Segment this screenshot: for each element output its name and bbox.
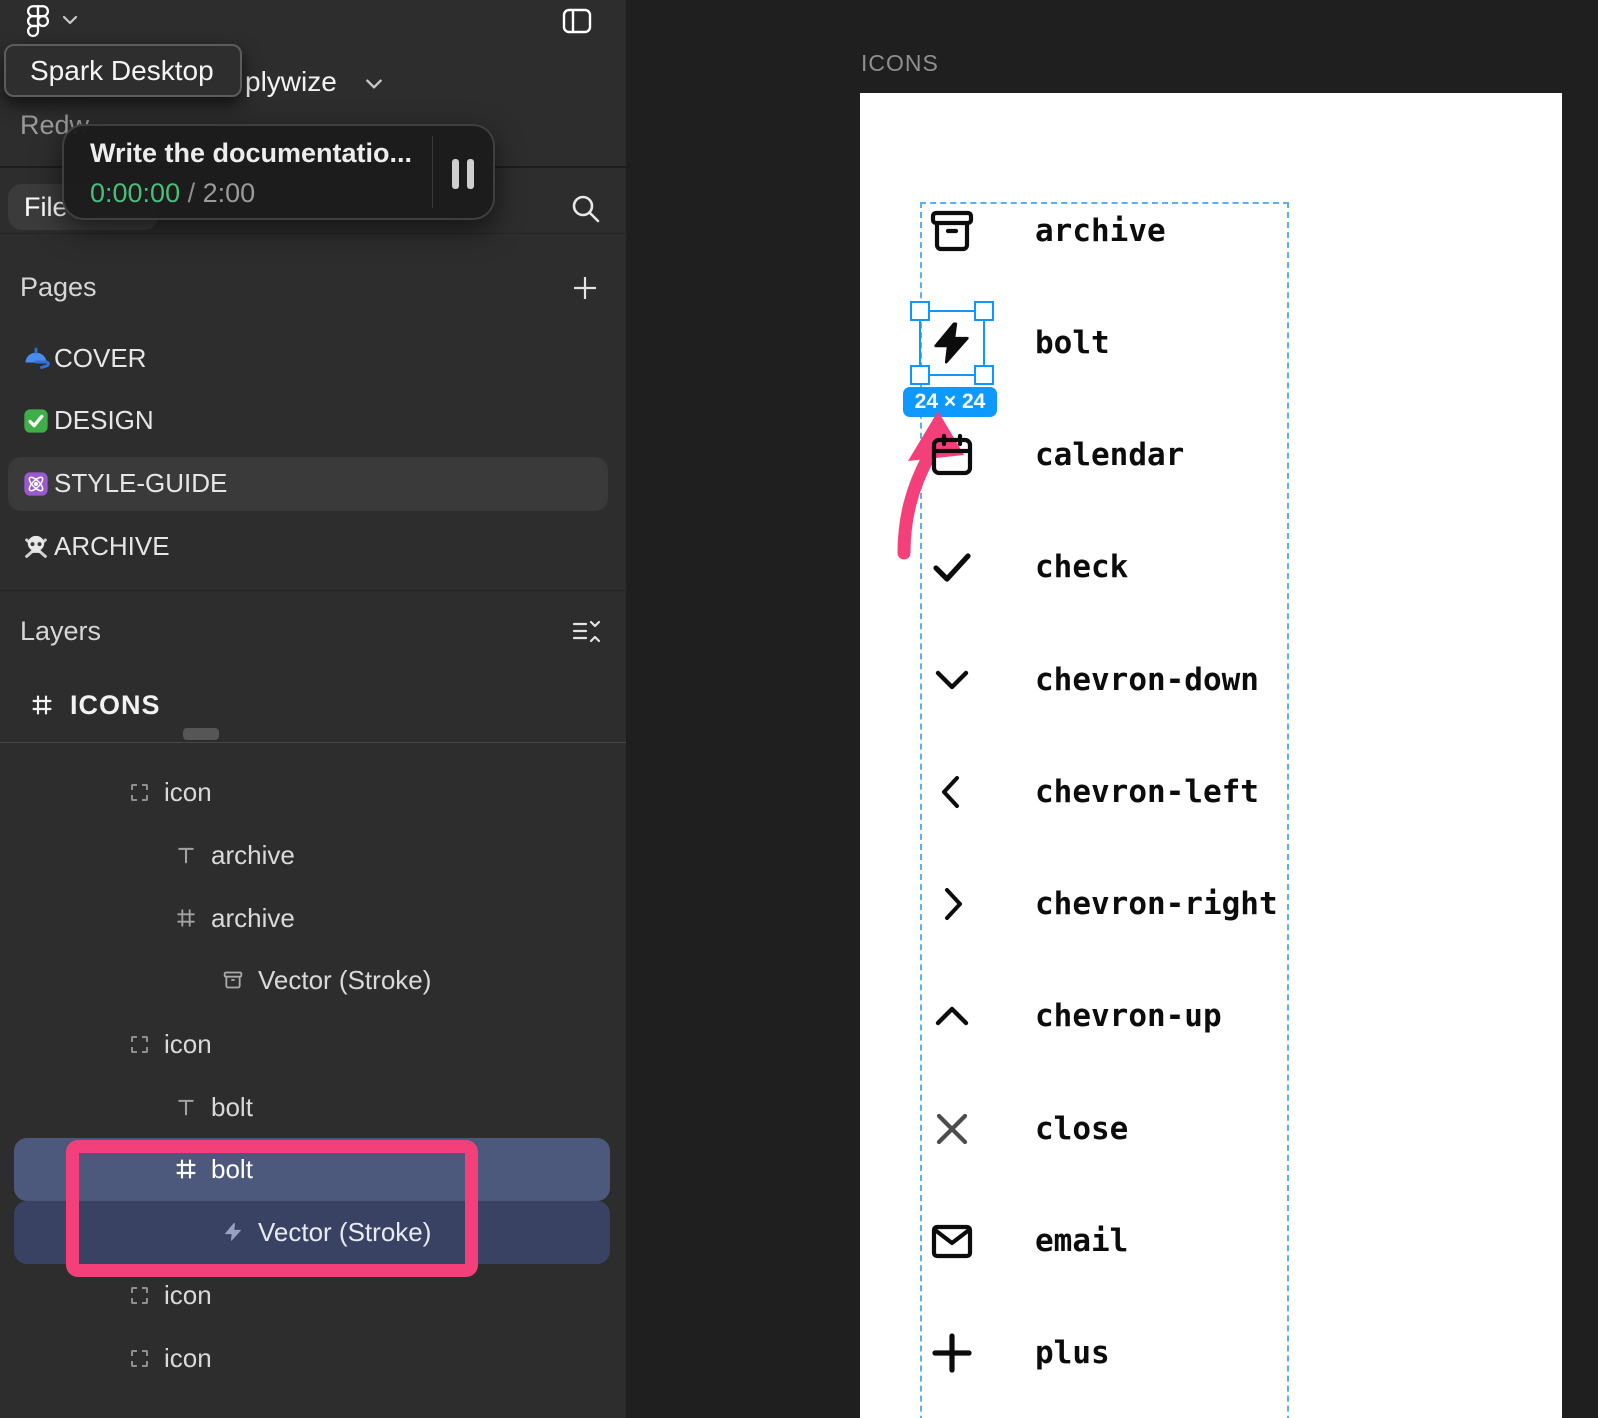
layers-scroll-divider xyxy=(0,742,626,743)
page-item-style-guide[interactable]: STYLE-GUIDE xyxy=(0,457,626,511)
email-icon[interactable] xyxy=(928,1217,976,1265)
canvas-icon-row[interactable]: chevron-left xyxy=(928,768,1259,816)
figma-app-window: plywize Redw File Pages COVER xyxy=(0,0,1598,1418)
check-icon[interactable] xyxy=(928,543,976,591)
clipped-layer-row-remnant xyxy=(183,728,219,740)
annotation-highlight-rectangle xyxy=(66,1140,478,1277)
frame-icon xyxy=(30,693,54,717)
timer-elapsed: 0:00:00 xyxy=(90,178,180,208)
toggle-sidebar-icon[interactable] xyxy=(561,6,593,36)
chevron-down-canvas-icon[interactable] xyxy=(928,656,976,704)
canvas-icon-row[interactable]: chevron-up xyxy=(928,992,1222,1040)
pages-panel-title: Pages xyxy=(20,272,97,303)
chevron-up-canvas-icon[interactable] xyxy=(928,992,976,1040)
icons-frame[interactable]: archive bolt 24 × 24 xyxy=(860,93,1562,1418)
instance-placeholder-icon xyxy=(124,777,154,807)
canvas-icon-row[interactable]: check xyxy=(928,543,1128,591)
selection-handle[interactable] xyxy=(910,365,930,385)
search-icon[interactable] xyxy=(570,193,602,225)
timer-task-title: Write the documentatio... xyxy=(90,138,412,169)
collapse-layers-icon[interactable] xyxy=(571,618,601,646)
timer-widget: Write the documentatio... 0:00:00 / 2:00 xyxy=(62,124,495,220)
calendar-icon[interactable] xyxy=(928,431,976,479)
skull-emoji-icon xyxy=(22,533,50,561)
layer-row[interactable]: icon xyxy=(0,1013,626,1075)
selection-handle[interactable] xyxy=(910,301,930,321)
archive-glyph-icon xyxy=(218,965,248,995)
add-page-icon[interactable] xyxy=(571,274,599,302)
selection-handle[interactable] xyxy=(974,301,994,321)
frame-icon xyxy=(171,903,201,933)
chevron-right-canvas-icon[interactable] xyxy=(928,880,976,928)
spark-desktop-tooltip: Spark Desktop xyxy=(4,44,242,97)
canvas-icon-row[interactable]: chevron-right xyxy=(928,880,1278,928)
file-name[interactable]: plywize xyxy=(245,66,337,98)
layer-row[interactable]: bolt xyxy=(0,1076,626,1138)
chevron-left-canvas-icon[interactable] xyxy=(928,768,976,816)
plus-icon[interactable] xyxy=(928,1329,976,1377)
chevron-down-icon[interactable] xyxy=(363,76,385,92)
figma-logo-icon[interactable] xyxy=(26,4,50,40)
canvas-icon-row[interactable]: close xyxy=(928,1105,1128,1153)
canvas-icon-row[interactable]: archive xyxy=(928,207,1166,255)
canvas-icon-row[interactable]: email xyxy=(928,1217,1128,1265)
selection-handle[interactable] xyxy=(974,365,994,385)
layer-row[interactable]: archive xyxy=(0,887,626,949)
tabs-divider xyxy=(0,233,626,234)
archive-icon[interactable] xyxy=(928,207,976,255)
canvas-icon-row[interactable]: calendar xyxy=(928,431,1184,479)
atom-emoji-icon xyxy=(22,470,50,498)
canvas-frame-title[interactable]: ICONS xyxy=(861,50,939,77)
timer-times: 0:00:00 / 2:00 xyxy=(90,178,255,209)
page-item-design[interactable]: DESIGN xyxy=(0,394,626,448)
layer-row-icons-label: ICONS xyxy=(70,690,161,721)
cap-emoji-icon xyxy=(22,345,50,373)
layer-row[interactable]: icon xyxy=(0,761,626,823)
page-item-cover[interactable]: COVER xyxy=(0,332,626,386)
text-layer-icon xyxy=(171,840,201,870)
layer-row[interactable]: Vector (Stroke) xyxy=(0,949,626,1011)
selection-bounding-box xyxy=(919,310,985,376)
layer-row[interactable]: icon xyxy=(0,1327,626,1389)
left-sidebar: plywize Redw File Pages COVER xyxy=(0,0,626,1418)
page-item-archive[interactable]: ARCHIVE xyxy=(0,520,626,574)
timer-divider xyxy=(432,136,433,208)
chevron-down-icon[interactable] xyxy=(60,13,80,27)
instance-placeholder-icon xyxy=(124,1029,154,1059)
check-emoji-icon xyxy=(22,407,50,435)
text-layer-icon xyxy=(171,1092,201,1122)
close-icon[interactable] xyxy=(928,1105,976,1153)
layer-row[interactable]: archive xyxy=(0,824,626,886)
instance-placeholder-icon xyxy=(124,1343,154,1373)
file-tab-label[interactable]: File xyxy=(24,192,68,223)
layers-panel-title: Layers xyxy=(20,616,101,647)
timer-total: 2:00 xyxy=(203,178,256,208)
instance-placeholder-icon xyxy=(124,1280,154,1310)
canvas-icon-row[interactable]: plus xyxy=(928,1329,1110,1377)
canvas-icon-row[interactable]: chevron-down xyxy=(928,656,1259,704)
pages-layers-divider xyxy=(0,590,626,591)
